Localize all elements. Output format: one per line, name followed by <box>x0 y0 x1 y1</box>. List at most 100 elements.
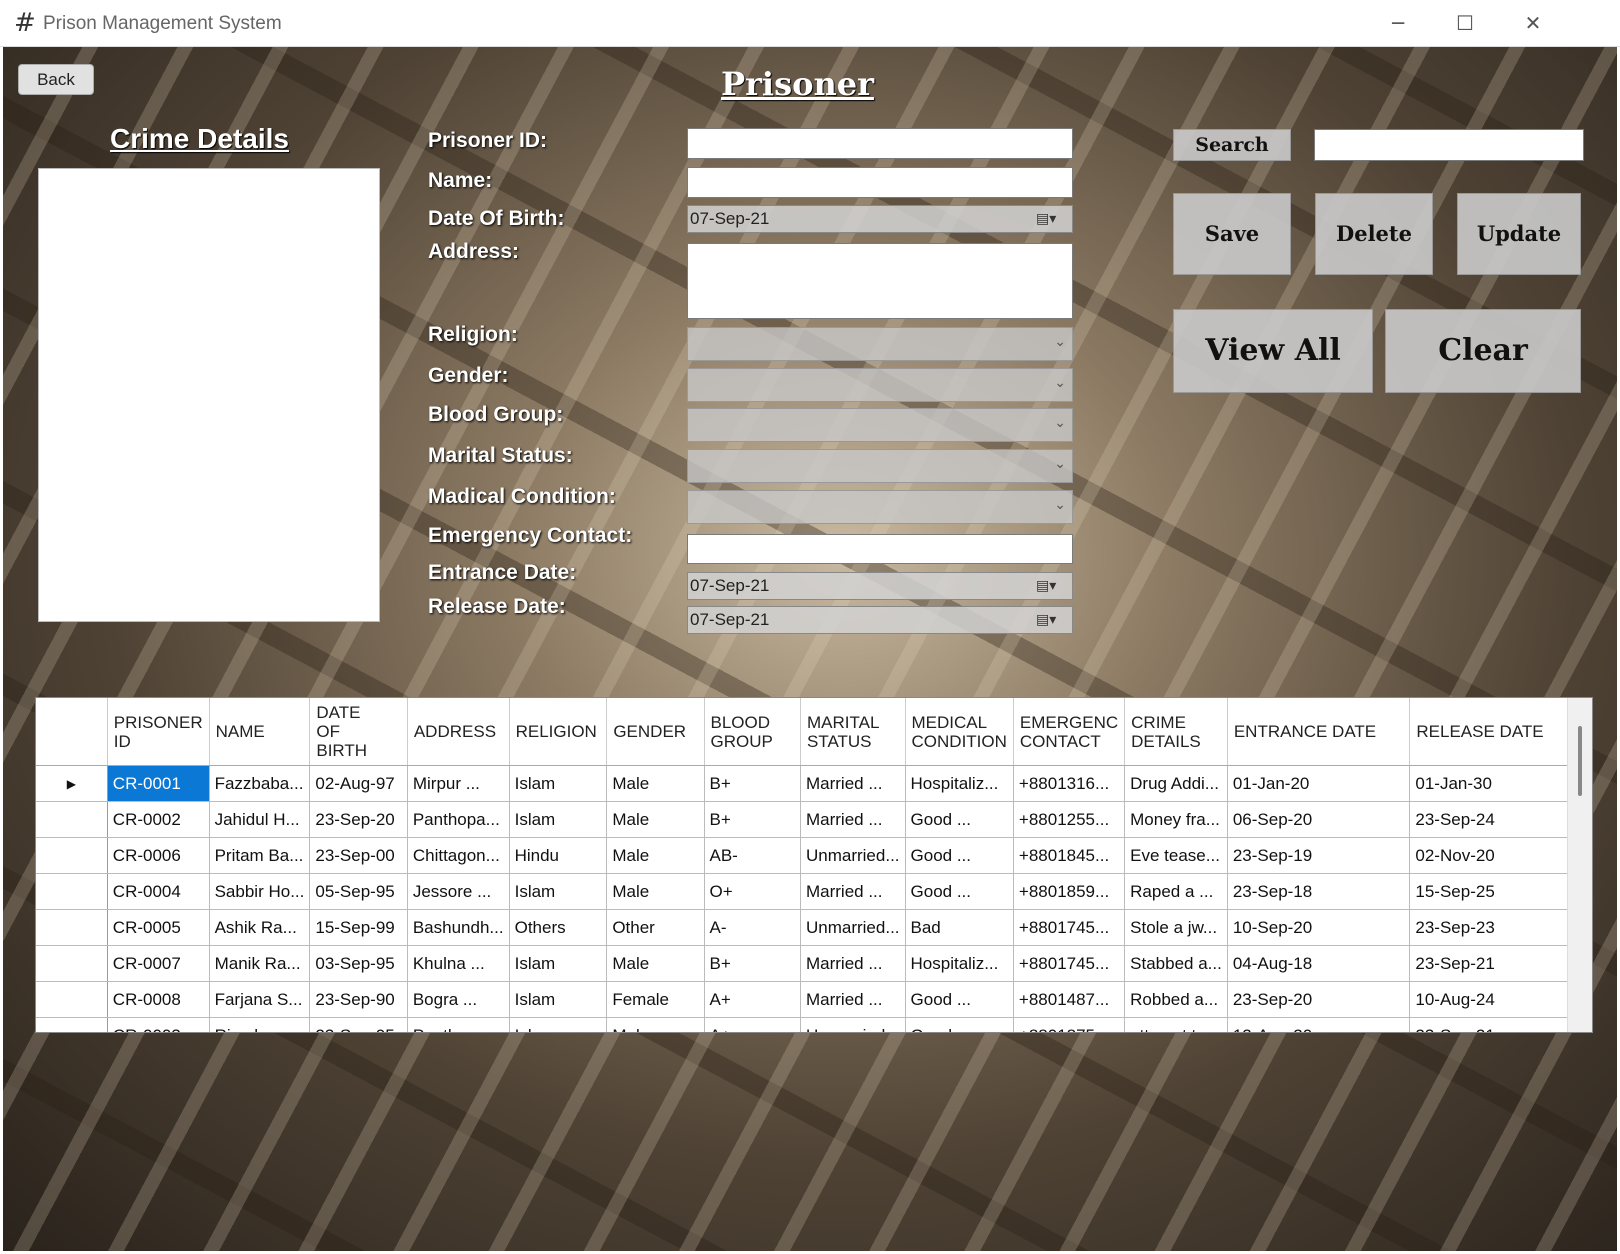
table-cell[interactable]: Male <box>606 837 705 874</box>
table-row[interactable]: CR-0007 Manik Ra... 03-Sep-95 Khulna ... Isl… <box>36 945 1592 982</box>
save-button[interactable]: Save <box>1173 193 1291 275</box>
column-header[interactable]: CRIME DETAILS <box>1124 698 1228 766</box>
table-cell[interactable]: B+ <box>704 945 801 982</box>
table-cell[interactable]: 23-Sep-20 <box>1227 981 1411 1018</box>
table-cell[interactable]: Ashik Ra... <box>209 909 311 946</box>
table-cell[interactable]: Fazzbaba... <box>209 765 311 802</box>
table-cell[interactable]: Other <box>606 909 705 946</box>
table-cell[interactable]: 01-Jan-30 <box>1409 765 1592 802</box>
table-cell[interactable]: Male <box>606 765 705 802</box>
row-header[interactable] <box>36 945 108 982</box>
table-cell[interactable]: Khulna ... <box>407 945 510 982</box>
row-header[interactable] <box>36 837 108 874</box>
row-header[interactable] <box>36 873 108 910</box>
gender-select[interactable]: ⌄ <box>687 368 1073 402</box>
table-cell[interactable]: Hindu <box>509 837 608 874</box>
current-row-arrow-icon[interactable]: ▶ <box>36 765 108 802</box>
table-cell[interactable]: 23-Sep-95 <box>309 1017 408 1032</box>
table-cell[interactable]: Chittagon... <box>407 837 510 874</box>
table-cell[interactable]: Islam <box>509 1017 608 1032</box>
table-cell[interactable]: Married ... <box>800 873 906 910</box>
column-header[interactable]: RELEASE DATE <box>1409 698 1592 766</box>
table-cell[interactable]: 05-Sep-95 <box>309 873 408 910</box>
maximize-icon[interactable]: ☐ <box>1442 8 1488 38</box>
column-header[interactable]: ENTRANCE DATE <box>1227 698 1411 766</box>
table-cell[interactable]: Unmarried... <box>800 1017 906 1032</box>
table-cell[interactable]: Bad <box>905 909 1014 946</box>
table-cell[interactable]: Bashundh... <box>407 909 510 946</box>
table-cell[interactable]: 23-Sep-23 <box>1409 909 1592 946</box>
medical-condition-select[interactable]: ⌄ <box>687 490 1073 524</box>
table-cell[interactable]: Bogra ... <box>407 981 510 1018</box>
table-cell[interactable]: Stabbed a... <box>1124 945 1228 982</box>
minimize-icon[interactable]: ─ <box>1375 8 1421 38</box>
table-cell[interactable]: Riyad <box>209 1017 311 1032</box>
search-button[interactable]: Search <box>1173 129 1291 161</box>
back-button[interactable]: Back <box>18 64 94 95</box>
crime-details-textbox[interactable] <box>38 168 380 622</box>
row-header[interactable] <box>36 801 108 838</box>
table-cell[interactable]: Panthopa... <box>407 1017 510 1032</box>
table-cell[interactable]: CR-0001 <box>107 765 210 802</box>
table-cell[interactable]: Jahidul H... <box>209 801 311 838</box>
table-row[interactable]: CR-0004 Sabbir Ho... 05-Sep-95 Jessore ... I… <box>36 873 1592 910</box>
table-cell[interactable]: Married ... <box>800 801 906 838</box>
table-cell[interactable]: Robbed a... <box>1124 981 1228 1018</box>
table-cell[interactable]: CR-0005 <box>107 909 210 946</box>
prisoner-id-input[interactable] <box>687 128 1073 159</box>
name-input[interactable] <box>687 167 1073 198</box>
table-cell[interactable]: Drug Addi... <box>1124 765 1228 802</box>
table-cell[interactable]: +8801859... <box>1013 873 1126 910</box>
table-cell[interactable]: CR-0006 <box>107 837 210 874</box>
table-cell[interactable]: 06-Sep-20 <box>1227 801 1411 838</box>
column-header[interactable]: MARITAL STATUS <box>800 698 906 766</box>
row-header[interactable] <box>36 981 108 1018</box>
blood-group-select[interactable]: ⌄ <box>687 408 1073 442</box>
grid-vertical-scrollbar[interactable] <box>1567 698 1592 1032</box>
table-cell[interactable]: Good ... <box>905 801 1014 838</box>
calendar-dropdown-icon[interactable]: ▤▾ <box>1036 209 1064 229</box>
table-cell[interactable]: Islam <box>509 873 608 910</box>
column-header[interactable]: NAME <box>209 698 311 766</box>
table-cell[interactable]: 12-Aug-20 <box>1227 1017 1411 1032</box>
table-cell[interactable]: Married ... <box>800 765 906 802</box>
table-cell[interactable]: B+ <box>704 801 801 838</box>
search-input[interactable] <box>1314 129 1584 161</box>
row-header[interactable] <box>36 1017 108 1032</box>
table-row[interactable]: CR-0005 Ashik Ra... 15-Sep-99 Bashundh... Ot… <box>36 909 1592 946</box>
emergency-contact-input[interactable] <box>687 534 1073 564</box>
table-cell[interactable]: Others <box>509 909 608 946</box>
table-cell[interactable]: Male <box>606 945 705 982</box>
table-cell[interactable]: 23-Sep-24 <box>1409 801 1592 838</box>
entrance-date-datepicker[interactable]: 07-Sep-21 ▤▾ <box>687 572 1073 600</box>
scrollbar-thumb[interactable] <box>1578 726 1582 796</box>
table-cell[interactable]: Good <box>905 1017 1014 1032</box>
table-cell[interactable]: CR-0007 <box>107 945 210 982</box>
table-cell[interactable]: +8801316... <box>1013 765 1126 802</box>
table-cell[interactable]: O+ <box>704 873 801 910</box>
table-cell[interactable]: Male <box>606 1017 705 1032</box>
table-row[interactable]: CR-0008 Farjana S... 23-Sep-90 Bogra ... Isl… <box>36 981 1592 1018</box>
calendar-dropdown-icon[interactable]: ▤▾ <box>1036 610 1064 630</box>
table-cell[interactable]: 02-Nov-20 <box>1409 837 1592 874</box>
table-cell[interactable]: Islam <box>509 945 608 982</box>
table-row[interactable]: ▶ CR-0001 Fazzbaba... 02-Aug-97 Mirpur ... Is… <box>36 765 1592 802</box>
religion-select[interactable]: ⌄ <box>687 327 1073 361</box>
column-header[interactable]: MEDICAL CONDITION <box>905 698 1014 766</box>
close-icon[interactable]: ✕ <box>1510 8 1556 38</box>
row-header[interactable] <box>36 909 108 946</box>
prisoner-data-grid[interactable]: PRISONER ID NAME DATE OF BIRTH ADDRESS RELIGION… <box>35 697 1593 1033</box>
table-cell[interactable]: attempt to... <box>1124 1017 1228 1032</box>
table-row[interactable]: CR-0003Riyad23-Sep-95Panthopa...IslamMal… <box>36 1017 1592 1032</box>
table-cell[interactable]: Manik Ra... <box>209 945 311 982</box>
table-cell[interactable]: +8801487... <box>1013 981 1126 1018</box>
table-cell[interactable]: Unmarried... <box>800 837 906 874</box>
table-cell[interactable]: Female <box>606 981 705 1018</box>
table-cell[interactable]: +8801255... <box>1013 801 1126 838</box>
table-cell[interactable]: CR-0008 <box>107 981 210 1018</box>
table-cell[interactable]: Good ... <box>905 873 1014 910</box>
table-cell[interactable]: Jessore ... <box>407 873 510 910</box>
table-cell[interactable]: A+ <box>704 1017 801 1032</box>
column-header[interactable]: GENDER <box>606 698 705 766</box>
table-cell[interactable]: Pritam Ba... <box>209 837 311 874</box>
